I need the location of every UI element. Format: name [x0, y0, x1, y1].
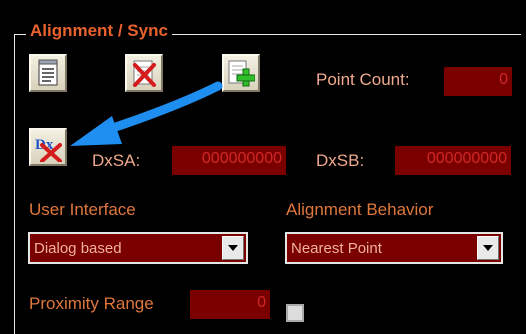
- user-interface-select[interactable]: Dialog based: [28, 232, 248, 264]
- alignment-behavior-label: Alignment Behavior: [286, 200, 434, 219]
- chevron-down-icon[interactable]: [477, 236, 499, 260]
- proximity-range-label: Proximity Range: [29, 294, 154, 313]
- point-count-field: 0: [444, 67, 512, 96]
- proximity-range-field[interactable]: 0: [190, 290, 270, 319]
- group-title: Alignment / Sync: [26, 20, 172, 42]
- option-checkbox[interactable]: [286, 304, 304, 322]
- chevron-down-icon[interactable]: [222, 236, 244, 260]
- dxsa-label: DxSA:: [92, 151, 141, 170]
- add-point-button[interactable]: [222, 54, 260, 92]
- user-interface-value: Dialog based: [34, 240, 122, 257]
- alignment-behavior-value: Nearest Point: [291, 240, 382, 257]
- delete-dx-icon: Dx: [35, 137, 62, 162]
- dxsb-label: DxSB:: [316, 151, 365, 170]
- alignment-behavior-select[interactable]: Nearest Point: [285, 232, 503, 264]
- pointer-arrow-icon: [70, 81, 223, 146]
- dxsa-field: 000000000: [172, 146, 286, 175]
- add-point-icon: [228, 60, 255, 87]
- user-interface-label: User Interface: [29, 200, 136, 219]
- dxsb-field: 000000000: [395, 146, 511, 175]
- notepad-icon: [38, 59, 58, 86]
- point-count-label: Point Count:: [316, 70, 410, 89]
